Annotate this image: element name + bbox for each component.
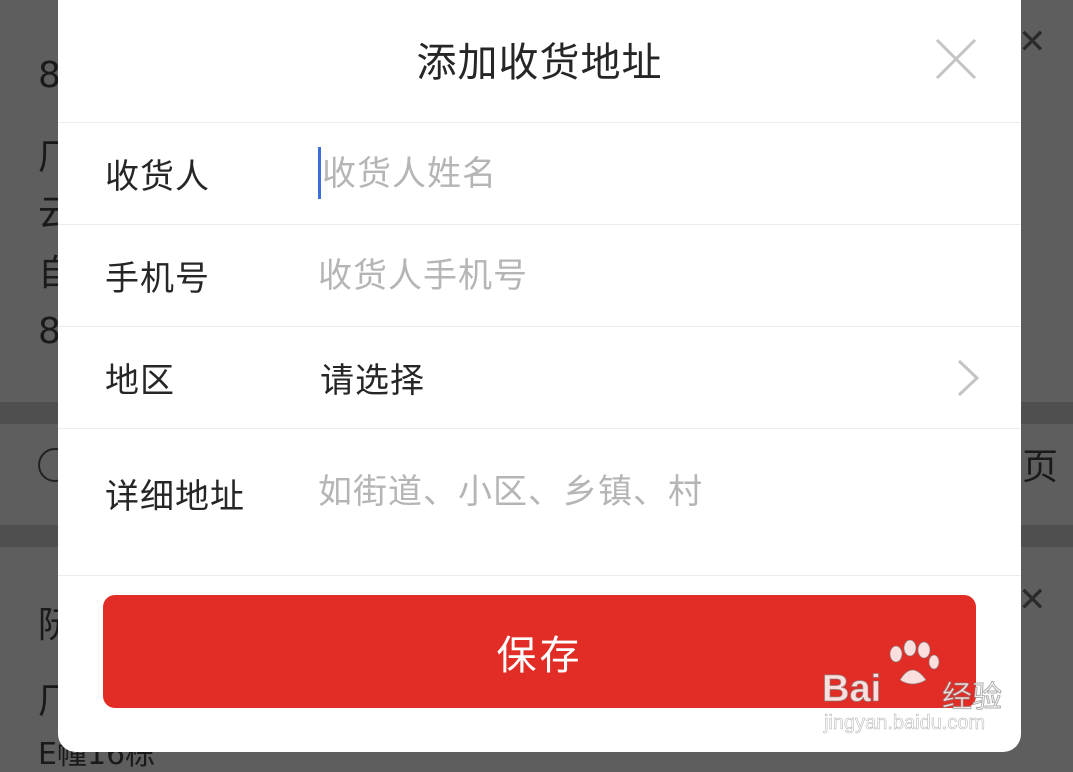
bg-text: 页: [1022, 447, 1059, 488]
baidu-paw-icon: [889, 640, 940, 685]
text-caret: [318, 147, 321, 199]
recipient-label: 收货人: [105, 157, 210, 197]
dialog-title: 添加收货地址: [416, 40, 663, 86]
close-icon: [935, 38, 977, 80]
bg-close-icon: ✕: [1018, 22, 1047, 62]
watermark-url: jingyan.baidu.com: [824, 712, 986, 735]
chevron-right-icon: [957, 359, 980, 397]
address-row: 详细地址: [58, 429, 1021, 576]
address-input[interactable]: [318, 462, 981, 522]
watermark-brand-suffix: 经验: [942, 680, 1003, 716]
bg-close-icon: ✕: [1018, 580, 1047, 620]
recipient-name-input[interactable]: [318, 143, 981, 204]
phone-input[interactable]: [318, 245, 981, 306]
close-button[interactable]: [933, 36, 979, 82]
dialog-header: 添加收货地址: [58, 0, 1021, 123]
region-label: 地区: [105, 361, 175, 401]
phone-label: 手机号: [105, 259, 210, 299]
watermark-brand: Bai: [821, 668, 882, 711]
region-row[interactable]: 地区 请选择: [58, 327, 1021, 429]
baidu-watermark: Bai 经验 jingyan.baidu.com: [821, 640, 1022, 744]
recipient-row: 收货人: [58, 123, 1021, 225]
address-label: 详细地址: [105, 477, 245, 517]
phone-row: 手机号: [58, 225, 1021, 327]
region-select-value[interactable]: 请选择: [320, 353, 425, 402]
